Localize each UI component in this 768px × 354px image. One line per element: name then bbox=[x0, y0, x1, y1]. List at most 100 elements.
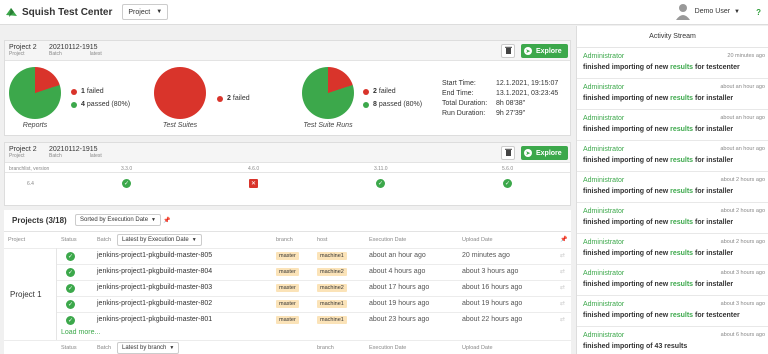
activity-item[interactable]: Administrator 20 minutes ago finished impo… bbox=[577, 48, 768, 79]
activity-user[interactable]: Administrator bbox=[583, 208, 624, 215]
copy-icon[interactable]: ⇄ bbox=[560, 300, 565, 307]
batch-link[interactable]: jenkins-project1-pkgbuild-master-804 bbox=[97, 268, 212, 275]
activity-message: finished importing of new results for te… bbox=[583, 64, 740, 71]
activity-user[interactable]: Administrator bbox=[583, 115, 624, 122]
batch-link[interactable]: jenkins-project1-pkgbuild-master-803 bbox=[97, 284, 212, 291]
activity-message: finished importing of new results for in… bbox=[583, 126, 734, 133]
run-duration: 9h 27'39" bbox=[496, 110, 526, 117]
activity-message: finished importing of new results for in… bbox=[583, 250, 734, 257]
results-link[interactable]: results bbox=[670, 64, 693, 71]
activity-item[interactable]: Administrator about 3 hours ago finished i… bbox=[577, 265, 768, 296]
pass-status-icon[interactable]: ✓ bbox=[376, 179, 385, 188]
reports-caption: Reports bbox=[22, 122, 48, 129]
table-row[interactable]: ✓ jenkins-project1-pkgbuild-master-805 m… bbox=[4, 249, 571, 264]
batch-sort-label: Latest by Execution Date bbox=[122, 237, 189, 243]
pass-status-icon: ✓ bbox=[66, 268, 75, 277]
activity-time: about an hour ago bbox=[720, 115, 765, 121]
activity-user[interactable]: Administrator bbox=[583, 332, 624, 339]
pin-icon[interactable]: 📌 bbox=[560, 236, 567, 243]
pass-status-icon[interactable]: ✓ bbox=[503, 179, 512, 188]
pass-status-icon[interactable]: ✓ bbox=[122, 179, 131, 188]
batch-caption: Batch latest bbox=[49, 153, 102, 159]
activity-time: about 2 hours ago bbox=[720, 177, 765, 183]
help-icon[interactable]: ? bbox=[756, 8, 761, 17]
pin-icon[interactable]: 📌 bbox=[163, 217, 170, 224]
batch-meta: 20210112-1915 Batch latest bbox=[49, 44, 102, 57]
fail-status-icon[interactable]: ✕ bbox=[249, 179, 258, 188]
batch-link[interactable]: jenkins-project1-pkgbuild-master-805 bbox=[97, 252, 212, 259]
table-row[interactable]: ✓ jenkins-project1-pkgbuild-master-803 m… bbox=[4, 281, 571, 296]
activity-item[interactable]: Administrator about an hour ago finished i… bbox=[577, 141, 768, 172]
activity-time: about 3 hours ago bbox=[720, 270, 765, 276]
app-logo[interactable]: Squish Test Center bbox=[5, 6, 112, 19]
results-link[interactable]: results bbox=[670, 312, 693, 319]
chevron-down-icon: ▼ bbox=[151, 217, 156, 223]
batch-sort-dropdown[interactable]: Latest by branch ▼ bbox=[117, 342, 180, 354]
explore-label: Explore bbox=[536, 47, 562, 55]
results-link[interactable]: results bbox=[670, 126, 693, 133]
activity-item[interactable]: Administrator about an hour ago finished i… bbox=[577, 110, 768, 141]
passed-dot-icon bbox=[71, 101, 77, 108]
branch-matrix-card: Project 2 Project 20210112-1915 Batch lat… bbox=[4, 142, 571, 206]
col-branch: branch bbox=[276, 237, 293, 243]
copy-icon[interactable]: ⇄ bbox=[560, 284, 565, 291]
copy-icon[interactable]: ⇄ bbox=[560, 316, 565, 323]
matrix-card-header: Project 2 Project 20210112-1915 Batch lat… bbox=[5, 143, 570, 163]
table-row[interactable]: ✓ jenkins-project1-pkgbuild-master-802 m… bbox=[4, 297, 571, 312]
batch-link[interactable]: jenkins-project1-pkgbuild-master-802 bbox=[97, 300, 212, 307]
delete-button[interactable] bbox=[501, 44, 515, 58]
load-more-link[interactable]: Load more... bbox=[61, 329, 100, 336]
copy-icon[interactable]: ⇄ bbox=[560, 252, 565, 259]
results-link[interactable]: results bbox=[670, 157, 693, 164]
col-upload-date: Upload Date bbox=[462, 237, 493, 243]
batch-link[interactable]: jenkins-project1-pkgbuild-master-801 bbox=[97, 316, 212, 323]
activity-user[interactable]: Administrator bbox=[583, 53, 624, 60]
matrix-header-row: branchlist, version 3.3.0 4.6.0 3.11.0 5… bbox=[5, 164, 570, 173]
results-link[interactable]: results bbox=[670, 188, 693, 195]
col-execution-date: Execution Date bbox=[369, 237, 407, 243]
upload-date: about 16 hours ago bbox=[462, 284, 523, 291]
user-menu[interactable]: Demo User ▼ bbox=[675, 3, 740, 20]
table-row[interactable]: ✓ jenkins-project1-pkgbuild-master-801 m… bbox=[4, 313, 571, 328]
activity-stream-title: Activity Stream bbox=[577, 26, 768, 48]
activity-item[interactable]: Administrator about 2 hours ago finished i… bbox=[577, 234, 768, 265]
activity-item[interactable]: Administrator about 2 hours ago finished i… bbox=[577, 172, 768, 203]
activity-user[interactable]: Administrator bbox=[583, 146, 624, 153]
results-link[interactable]: results bbox=[670, 95, 693, 102]
explore-button[interactable]: ➤ Explore bbox=[521, 146, 568, 160]
user-name: Demo User bbox=[694, 8, 731, 15]
total-duration-label: Total Duration: bbox=[442, 100, 488, 107]
matrix-col-header: 3.11.0 bbox=[374, 166, 388, 172]
activity-user[interactable]: Administrator bbox=[583, 177, 624, 184]
activity-user[interactable]: Administrator bbox=[583, 301, 624, 308]
test-suites-pie-chart[interactable] bbox=[154, 67, 206, 119]
activity-item[interactable]: Administrator about 6 hours ago finished i… bbox=[577, 327, 768, 354]
projects-sort-dropdown[interactable]: Sorted by Execution Date ▼ bbox=[75, 214, 161, 226]
projects-sort-label: Sorted by Execution Date bbox=[80, 217, 149, 223]
test-suites-caption: Test Suites bbox=[162, 122, 198, 129]
activity-item[interactable]: Administrator about 2 hours ago finished i… bbox=[577, 203, 768, 234]
results-link[interactable]: results bbox=[670, 219, 693, 226]
host-tag: machine2 bbox=[317, 284, 347, 292]
activity-stream-panel: Activity Stream Administrator 20 minutes … bbox=[576, 26, 768, 354]
test-suites-failed-legend: 2 failed bbox=[217, 95, 250, 102]
chevron-down-icon: ▼ bbox=[191, 237, 197, 243]
copy-icon[interactable]: ⇄ bbox=[560, 268, 565, 275]
delete-button[interactable] bbox=[501, 146, 515, 160]
activity-user[interactable]: Administrator bbox=[583, 84, 624, 91]
activity-item[interactable]: Administrator about an hour ago finished i… bbox=[577, 79, 768, 110]
failed-dot-icon bbox=[363, 88, 369, 95]
results-link[interactable]: results bbox=[670, 250, 693, 257]
activity-item[interactable]: Administrator about 3 hours ago finished i… bbox=[577, 296, 768, 327]
branch-tag: master bbox=[276, 300, 299, 308]
project-dropdown[interactable]: Project ▼ bbox=[122, 4, 169, 20]
table-row[interactable]: ✓ jenkins-project1-pkgbuild-master-804 m… bbox=[4, 265, 571, 280]
activity-user[interactable]: Administrator bbox=[583, 239, 624, 246]
results-link[interactable]: results bbox=[670, 281, 693, 288]
reports-pie-chart[interactable] bbox=[9, 67, 61, 119]
activity-user[interactable]: Administrator bbox=[583, 270, 624, 277]
test-suite-runs-pie-chart[interactable] bbox=[302, 67, 354, 119]
batch-sort-dropdown[interactable]: Latest by Execution Date ▼ bbox=[117, 234, 202, 246]
upload-date: about 3 hours ago bbox=[462, 268, 519, 275]
explore-button[interactable]: ➤ Explore bbox=[521, 44, 568, 58]
